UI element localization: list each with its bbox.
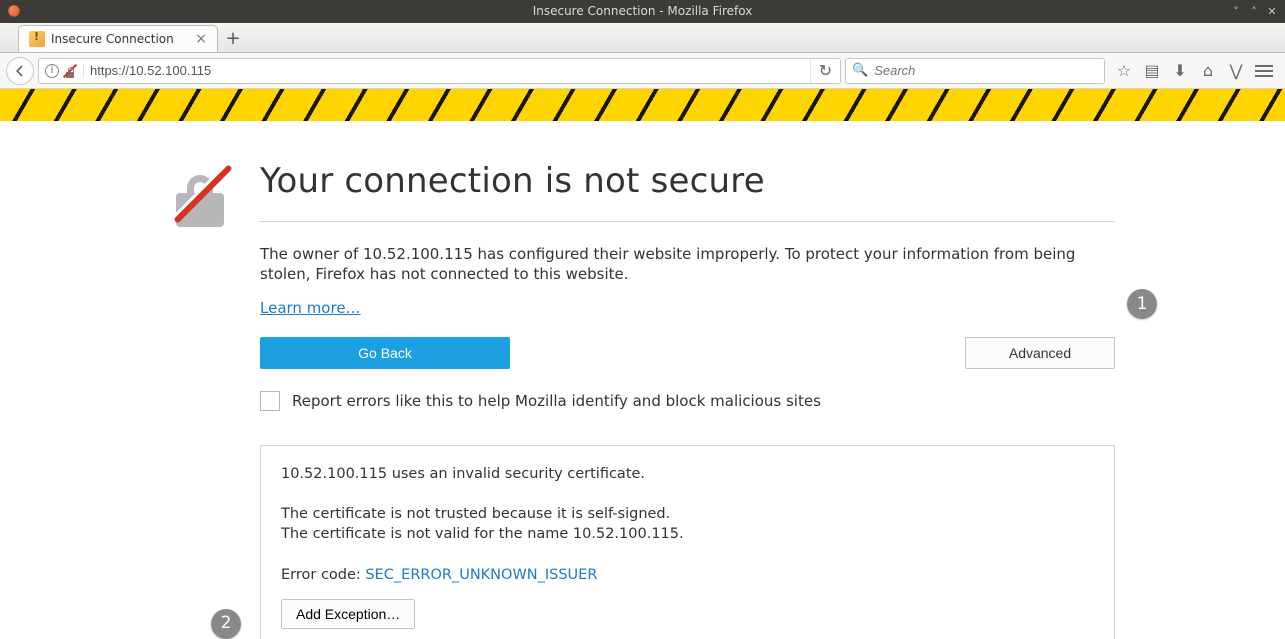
- hazard-stripe: [0, 89, 1285, 121]
- window-minimize-icon[interactable]: ˅: [1229, 0, 1243, 23]
- insecure-lock-icon: [63, 64, 77, 78]
- cert-invalid-text: 10.52.100.115 uses an invalid security c…: [281, 464, 1094, 484]
- bookmark-star-icon[interactable]: ☆: [1115, 61, 1133, 80]
- window-close-dot[interactable]: [8, 5, 20, 17]
- cert-selfsigned-text: The certificate is not trusted because i…: [281, 504, 1094, 524]
- window-close-icon[interactable]: ✕: [1265, 0, 1279, 23]
- navigation-toolbar: i ↻ 🔍 ☆ ▤ ⬇ ⌂ ⋁: [0, 53, 1285, 89]
- advanced-button[interactable]: Advanced: [965, 337, 1115, 369]
- annotation-badge-1: 1: [1127, 289, 1157, 319]
- insecure-lock-large-icon: [170, 165, 232, 227]
- url-bar[interactable]: i ↻: [38, 58, 841, 84]
- tab-strip: Insecure Connection × +: [0, 23, 1285, 53]
- new-tab-button[interactable]: +: [218, 25, 248, 52]
- go-back-button[interactable]: Go Back: [260, 337, 510, 369]
- toolbar-icons: ☆ ▤ ⬇ ⌂ ⋁: [1109, 61, 1279, 80]
- pocket-icon[interactable]: ⋁: [1227, 61, 1245, 80]
- report-errors-label: Report errors like this to help Mozilla …: [292, 392, 821, 410]
- info-icon: i: [45, 64, 59, 78]
- menu-icon[interactable]: [1255, 65, 1273, 77]
- home-icon[interactable]: ⌂: [1199, 61, 1217, 80]
- error-code-label: Error code:: [281, 567, 365, 583]
- error-code-link[interactable]: SEC_ERROR_UNKNOWN_ISSUER: [365, 567, 597, 583]
- window-title: Insecure Connection - Mozilla Firefox: [0, 0, 1285, 23]
- os-titlebar: Insecure Connection - Mozilla Firefox ˅ …: [0, 0, 1285, 23]
- url-input[interactable]: [84, 63, 810, 78]
- search-input[interactable]: [874, 63, 1098, 78]
- page-description: The owner of 10.52.100.115 has configure…: [260, 244, 1115, 285]
- page-heading: Your connection is not secure: [260, 161, 1115, 222]
- downloads-icon[interactable]: ⬇: [1171, 61, 1189, 80]
- report-errors-checkbox[interactable]: [260, 391, 280, 411]
- learn-more-link[interactable]: Learn more…: [260, 299, 361, 317]
- page-content: Your connection is not secure The owner …: [0, 121, 1285, 639]
- bookmarks-list-icon[interactable]: ▤: [1143, 61, 1161, 80]
- browser-tab[interactable]: Insecure Connection ×: [18, 25, 218, 52]
- search-bar[interactable]: 🔍: [845, 58, 1105, 84]
- window-buttons: ˅ ˄ ✕: [1229, 0, 1279, 23]
- advanced-panel: 10.52.100.115 uses an invalid security c…: [260, 445, 1115, 639]
- site-identity-box[interactable]: i: [39, 64, 84, 78]
- warning-favicon-icon: [29, 31, 45, 47]
- annotation-badge-2: 2: [211, 609, 241, 639]
- add-exception-button[interactable]: Add Exception…: [281, 599, 415, 629]
- back-button[interactable]: [6, 57, 34, 85]
- cert-name-invalid-text: The certificate is not valid for the nam…: [281, 524, 1094, 544]
- window-maximize-icon[interactable]: ˄: [1247, 0, 1261, 23]
- tab-title: Insecure Connection: [51, 32, 174, 46]
- tab-close-icon[interactable]: ×: [195, 31, 207, 47]
- reload-button[interactable]: ↻: [810, 59, 840, 83]
- error-code-line: Error code: SEC_ERROR_UNKNOWN_ISSUER: [281, 565, 1094, 585]
- arrow-left-icon: [13, 64, 27, 78]
- search-icon: 🔍: [852, 63, 868, 78]
